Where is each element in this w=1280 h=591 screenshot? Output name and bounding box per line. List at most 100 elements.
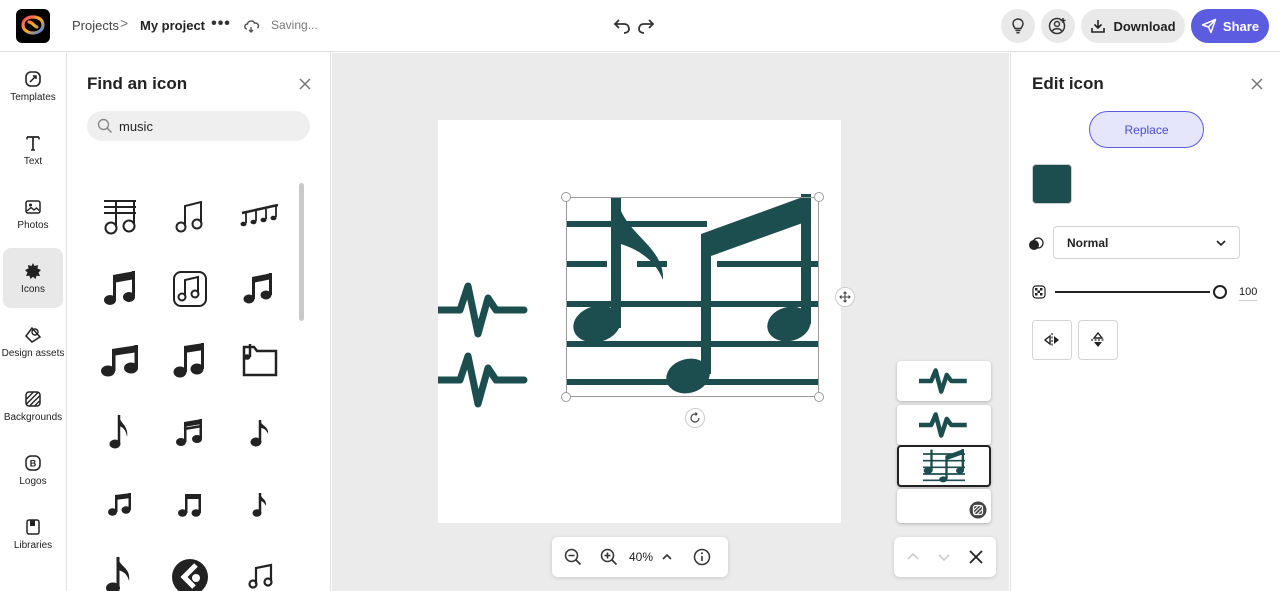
result-eighth-note-large[interactable]	[90, 547, 150, 591]
more-options-button[interactable]: •••	[210, 13, 232, 35]
rail-item-backgrounds[interactable]: Backgrounds	[3, 376, 63, 436]
beamed-notes-square-icon	[173, 343, 204, 378]
result-beamed-notes-large[interactable]	[90, 331, 150, 391]
flip-vertical-button[interactable]	[1078, 320, 1118, 360]
search-input[interactable]	[119, 118, 289, 134]
result-eighth-note[interactable]	[90, 403, 150, 463]
eighth-note-icon	[109, 415, 128, 449]
background-layer-icon	[969, 501, 987, 519]
opacity-value[interactable]: 100	[1239, 286, 1258, 301]
result-beamed-eighth-notes[interactable]	[90, 475, 150, 535]
layer-music-notes[interactable]	[897, 445, 991, 487]
result-music-sheet-outline[interactable]	[90, 187, 150, 247]
text-icon	[26, 135, 40, 151]
info-icon[interactable]	[693, 548, 711, 566]
result-music-note-outline[interactable]	[160, 187, 220, 247]
chevron-up-icon[interactable]	[661, 551, 673, 563]
zoom-out-icon[interactable]	[564, 548, 582, 566]
blend-mode-value: Normal	[1067, 235, 1109, 250]
download-button[interactable]: Download	[1081, 9, 1185, 43]
layer-up-icon[interactable]	[906, 550, 920, 564]
result-beamed-notes-small[interactable]	[160, 475, 220, 535]
move-icon	[839, 291, 851, 303]
send-icon	[1201, 18, 1217, 34]
close-icon[interactable]	[968, 549, 984, 565]
results-scrollbar[interactable]	[299, 183, 304, 321]
rail-item-libraries[interactable]: Libraries	[3, 504, 63, 564]
left-rail: Templates Text Photos Icons Design asset…	[0, 53, 67, 591]
rail-label-logos: Logos	[19, 475, 47, 487]
flip-vertical-icon	[1091, 331, 1105, 347]
zoom-toolbar: 40%	[552, 537, 728, 577]
layer-background[interactable]	[897, 489, 991, 523]
rail-item-design-assets[interactable]: Design assets	[1, 312, 65, 372]
layer-down-icon[interactable]	[937, 550, 951, 564]
icons-icon	[25, 262, 41, 279]
pulse-icon-bottom[interactable]	[438, 350, 528, 420]
rail-label-design-assets: Design assets	[1, 347, 65, 359]
share-label: Share	[1222, 18, 1260, 34]
flip-horizontal-button[interactable]	[1032, 320, 1072, 360]
opacity-slider-thumb[interactable]	[1213, 285, 1227, 299]
result-music-file-outline[interactable]	[160, 259, 220, 319]
pulse-icon-top[interactable]	[438, 280, 528, 350]
result-beamed-notes-solid[interactable]	[230, 259, 290, 319]
icon-search-field[interactable]	[87, 111, 310, 141]
layer-pulse-bottom[interactable]	[897, 405, 991, 445]
blend-mode-dropdown[interactable]: Normal	[1053, 226, 1240, 259]
move-handle[interactable]	[835, 287, 855, 307]
rail-item-logos[interactable]: B Logos	[3, 440, 63, 500]
result-music-badge[interactable]	[160, 547, 220, 591]
icon-color-swatch[interactable]	[1032, 164, 1072, 204]
rotate-icon	[690, 412, 700, 423]
result-sixteenth-notes[interactable]	[160, 403, 220, 463]
music-notes-staff-icon	[240, 203, 279, 227]
project-name[interactable]: My project	[140, 18, 205, 33]
replace-button[interactable]: Replace	[1089, 111, 1204, 148]
zoom-in-icon[interactable]	[600, 548, 618, 566]
share-button[interactable]: Share	[1191, 9, 1269, 43]
zoom-level[interactable]: 40%	[629, 550, 653, 564]
result-beamed-notes-square[interactable]	[160, 331, 220, 391]
resize-handle-bottom-right[interactable]	[814, 392, 824, 402]
close-icon[interactable]	[298, 77, 312, 91]
rail-label-backgrounds: Backgrounds	[3, 411, 63, 423]
resize-handle-bottom-left[interactable]	[561, 392, 571, 402]
result-music-folder[interactable]	[230, 331, 290, 391]
layer-pulse-top[interactable]	[897, 361, 991, 401]
templates-icon	[25, 70, 41, 87]
result-beamed-notes[interactable]	[90, 259, 150, 319]
invite-user-button[interactable]	[1041, 9, 1075, 43]
app-logo[interactable]	[16, 9, 50, 43]
resize-handle-top-right[interactable]	[814, 192, 824, 202]
lightbulb-button[interactable]	[1001, 9, 1035, 43]
rail-label-libraries: Libraries	[13, 539, 53, 551]
search-icon	[97, 118, 113, 134]
resize-handle-top-left[interactable]	[561, 192, 571, 202]
flip-horizontal-icon	[1043, 333, 1059, 347]
rail-label-photos: Photos	[17, 219, 49, 231]
edit-panel-title: Edit icon	[1032, 74, 1104, 93]
result-beamed-notes-outline[interactable]	[230, 547, 290, 591]
music-badge-icon	[172, 559, 208, 591]
result-music-notes-staff[interactable]	[230, 187, 290, 247]
rotate-handle[interactable]	[685, 408, 705, 428]
selection-box[interactable]	[566, 197, 819, 397]
sixteenth-notes-icon	[176, 419, 203, 446]
result-quarter-note[interactable]	[230, 403, 290, 463]
rail-item-text[interactable]: Text	[3, 120, 63, 180]
rail-item-photos[interactable]: Photos	[3, 184, 63, 244]
rail-item-templates[interactable]: Templates	[3, 56, 63, 116]
result-quarter-note-small[interactable]	[230, 475, 290, 535]
redo-icon[interactable]	[636, 14, 656, 41]
pulse-layer-icon	[919, 412, 967, 438]
opacity-slider-track[interactable]	[1055, 291, 1210, 293]
libraries-icon	[26, 518, 40, 535]
cloud-sync-icon	[242, 15, 262, 40]
undo-icon[interactable]	[612, 14, 632, 41]
rail-item-icons[interactable]: Icons	[3, 248, 63, 308]
beamed-eighth-notes-icon	[108, 493, 131, 516]
backgrounds-icon	[25, 390, 41, 407]
breadcrumb-projects[interactable]: Projects	[72, 18, 119, 33]
close-icon[interactable]	[1250, 77, 1264, 91]
